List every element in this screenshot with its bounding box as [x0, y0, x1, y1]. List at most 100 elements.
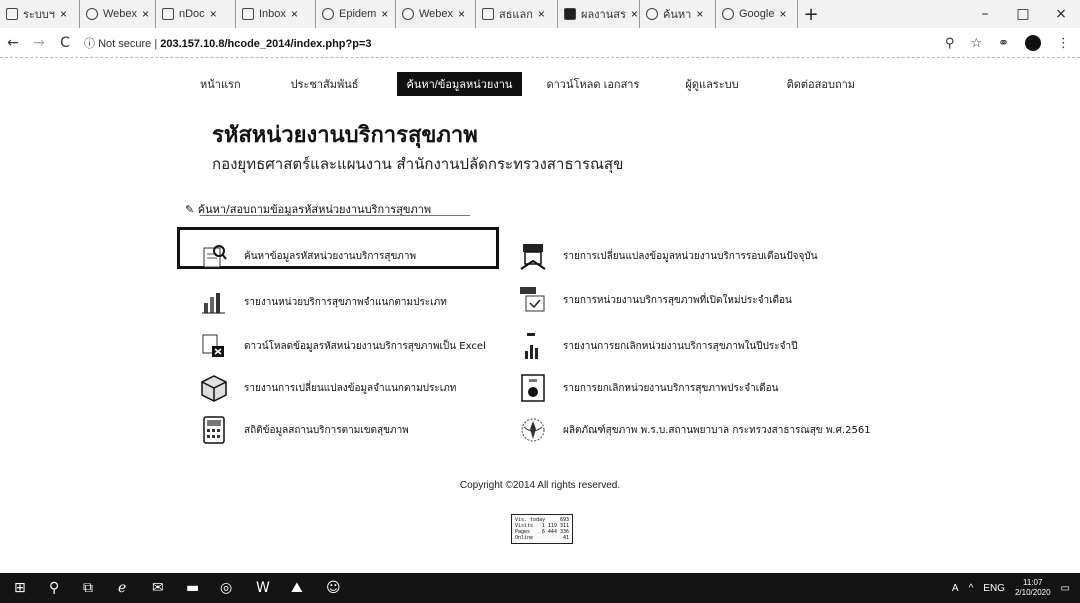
close-tab-icon[interactable]: ×	[696, 7, 703, 21]
browser-tab[interactable]: สธแลก ×	[476, 0, 558, 28]
magnifier-document-icon	[198, 240, 230, 272]
address-bar: ← → C ⓘ Not secure | 203.157.10.8/hcode_…	[0, 28, 1080, 58]
browser-tab[interactable]: nDoc ×	[156, 0, 236, 28]
search-icon[interactable]: ⚲	[49, 580, 59, 596]
browser-tab[interactable]: ค้นหา ×	[640, 0, 716, 28]
close-tab-icon[interactable]: ×	[142, 7, 149, 21]
link-report-by-type[interactable]: รายงานหน่วยบริการสุขภาพจำแนกตามประเภท	[198, 286, 447, 318]
webex-icon	[402, 8, 414, 20]
counter-row: Online 41	[515, 535, 569, 541]
bookmark-star-icon[interactable]: ☆	[970, 36, 982, 51]
google-icon	[722, 8, 734, 20]
link-change-report[interactable]: รายงานการเปลี่ยนแปลงข้อมูลจำแนกตามประเภท	[198, 372, 456, 404]
close-tab-icon[interactable]: ×	[291, 7, 298, 21]
extension-icon[interactable]: ⚭	[998, 36, 1009, 51]
close-tab-icon[interactable]: ×	[381, 7, 388, 21]
forward-button[interactable]: →	[26, 35, 52, 51]
url-field[interactable]: ⓘ Not secure | 203.157.10.8/hcode_2014/i…	[84, 35, 372, 51]
browser-tab-strip: ระบบฯ × Webex × nDoc × Inbox × Epidem × Webex…	[0, 0, 1080, 28]
close-tab-icon[interactable]: ×	[538, 7, 545, 21]
calculator-icon	[198, 414, 230, 446]
line-icon[interactable]: ☺	[326, 580, 341, 596]
close-window-button[interactable]: ×	[1042, 0, 1080, 28]
taskbar: ⊞ ⚲ ⧉ ℯ ✉ ▬ ◎ W ⛰ ☺ A ^ ENG 11:07 2/10/2…	[0, 573, 1080, 603]
browser-tab[interactable]: Webex ×	[80, 0, 156, 28]
info-icon[interactable]: ⓘ	[84, 38, 95, 50]
maximize-button[interactable]: □	[1004, 0, 1042, 28]
box-cube-icon	[198, 372, 230, 404]
chrome-icon[interactable]: ◎	[220, 580, 232, 596]
cancel-document-icon	[517, 372, 549, 404]
menu-item-download[interactable]: ดาวน์โหลด เอกสาร	[546, 75, 639, 93]
report-chart-icon	[517, 330, 549, 362]
link-download-excel[interactable]: ดาวน์โหลดข้อมูลรหัสหน่วยงานบริการสุขภาพเ…	[198, 330, 486, 362]
webex-icon	[86, 8, 98, 20]
menu-item-contact[interactable]: ติดต่อสอบถาม	[787, 75, 855, 93]
menu-item-home[interactable]: หน้าแรก	[200, 75, 241, 93]
gmail-icon	[242, 8, 254, 20]
task-view-icon[interactable]: ⧉	[83, 580, 93, 596]
close-tab-icon[interactable]: ×	[60, 7, 67, 21]
sheet-icon	[564, 8, 576, 20]
menu-item-admin[interactable]: ผู้ดูแลระบบ	[685, 75, 738, 93]
menu-item-search[interactable]: ค้นหา/ข้อมูลหน่วยงาน	[396, 72, 523, 96]
google-icon	[646, 8, 658, 20]
system-tray: A ^ ENG 11:07 2/10/2020 ▭	[952, 573, 1070, 603]
new-clinic-icon	[517, 284, 549, 316]
windows-start-icon[interactable]: ⊞	[14, 580, 26, 596]
close-tab-icon[interactable]: ×	[631, 7, 638, 21]
pencil-icon: ✎	[185, 203, 195, 216]
link-annual-cancel-report[interactable]: รายงานการยกเลิกหน่วยงานบริการสุขภาพในปีป…	[517, 330, 797, 362]
edge-icon[interactable]: ℯ	[118, 580, 126, 596]
page-icon	[482, 8, 494, 20]
profile-avatar[interactable]	[1025, 35, 1041, 51]
close-tab-icon[interactable]: ×	[458, 7, 465, 21]
browser-tab[interactable]: Google ×	[716, 0, 798, 28]
page-icon	[6, 8, 18, 20]
ministry-seal-icon	[517, 414, 549, 446]
reload-button[interactable]: C	[52, 35, 78, 51]
mail-icon[interactable]: ✉	[152, 580, 164, 596]
back-button[interactable]: ←	[0, 35, 26, 51]
page-subtitle: กองยุทธศาสตร์และแผนงาน สำนักงานปลัดกระทร…	[212, 155, 624, 173]
link-monthly-changes[interactable]: รายการเปลี่ยนแปลงข้อมูลหน่วยงานบริการรอบ…	[517, 240, 818, 272]
browser-tab[interactable]: Epidem ×	[316, 0, 396, 28]
link-health-act[interactable]: ผลิตภัณฑ์สุขภาพ พ.ร.บ.สถานพยาบาล กระทรวง…	[517, 414, 871, 446]
menu-item-news[interactable]: ประชาสัมพันธ์	[291, 75, 359, 93]
page-title: รหัสหน่วยงานบริการสุขภาพ	[212, 123, 478, 148]
file-explorer-icon[interactable]: ▬	[186, 580, 199, 596]
language-indicator[interactable]: ENG	[983, 583, 1005, 594]
clock[interactable]: 11:07 2/10/2020	[1015, 578, 1051, 598]
minimize-button[interactable]: –	[966, 0, 1004, 28]
font-indicator[interactable]: A	[952, 583, 959, 594]
notification-icon[interactable]: ▭	[1061, 583, 1070, 594]
google-icon	[322, 8, 334, 20]
browser-tab[interactable]: Inbox ×	[236, 0, 316, 28]
section-divider	[200, 215, 470, 216]
tray-chevron-icon[interactable]: ^	[969, 583, 974, 594]
url-text: 203.157.10.8/hcode_2014/index.php?p=3	[160, 37, 372, 50]
link-new-units[interactable]: รายการหน่วยงานบริการสุขภาพที่เปิดใหม่ประ…	[517, 284, 792, 316]
menu-kebab-icon[interactable]: ⋮	[1057, 36, 1070, 51]
close-tab-icon[interactable]: ×	[779, 7, 786, 21]
excel-download-icon	[198, 330, 230, 362]
copyright: Copyright ©2014 All rights reserved.	[459, 480, 621, 491]
browser-tab[interactable]: ผลงานสร ×	[558, 0, 640, 28]
page-icon	[162, 8, 174, 20]
photos-icon[interactable]: ⛰	[291, 580, 303, 596]
bar-chart-icon	[198, 286, 230, 318]
window-controls: – □ ×	[966, 0, 1080, 28]
link-search-health-unit[interactable]: ค้นหาข้อมูลรหัสหน่วยงานบริการสุขภาพ	[198, 240, 416, 272]
security-label: Not secure	[98, 37, 152, 50]
hospital-building-icon	[517, 240, 549, 272]
site-menu: หน้าแรก ประชาสัมพันธ์ ค้นหา/ข้อมูลหน่วยง…	[200, 72, 855, 96]
word-icon[interactable]: W	[256, 580, 270, 596]
browser-tab[interactable]: ระบบฯ ×	[0, 0, 80, 28]
new-tab-button[interactable]: +	[798, 0, 824, 28]
link-statistics[interactable]: สถิติข้อมูลสถานบริการตามเขตสุขภาพ	[198, 414, 409, 446]
visitor-counter: Vis. today 693 Visits 1 119 311 Pages 6 444…	[511, 514, 573, 544]
close-tab-icon[interactable]: ×	[210, 7, 217, 21]
browser-tab[interactable]: Webex ×	[396, 0, 476, 28]
link-monthly-cancel[interactable]: รายการยกเลิกหน่วยงานบริการสุขภาพประจำเดื…	[517, 372, 778, 404]
zoom-icon[interactable]: ⚲	[945, 36, 955, 51]
